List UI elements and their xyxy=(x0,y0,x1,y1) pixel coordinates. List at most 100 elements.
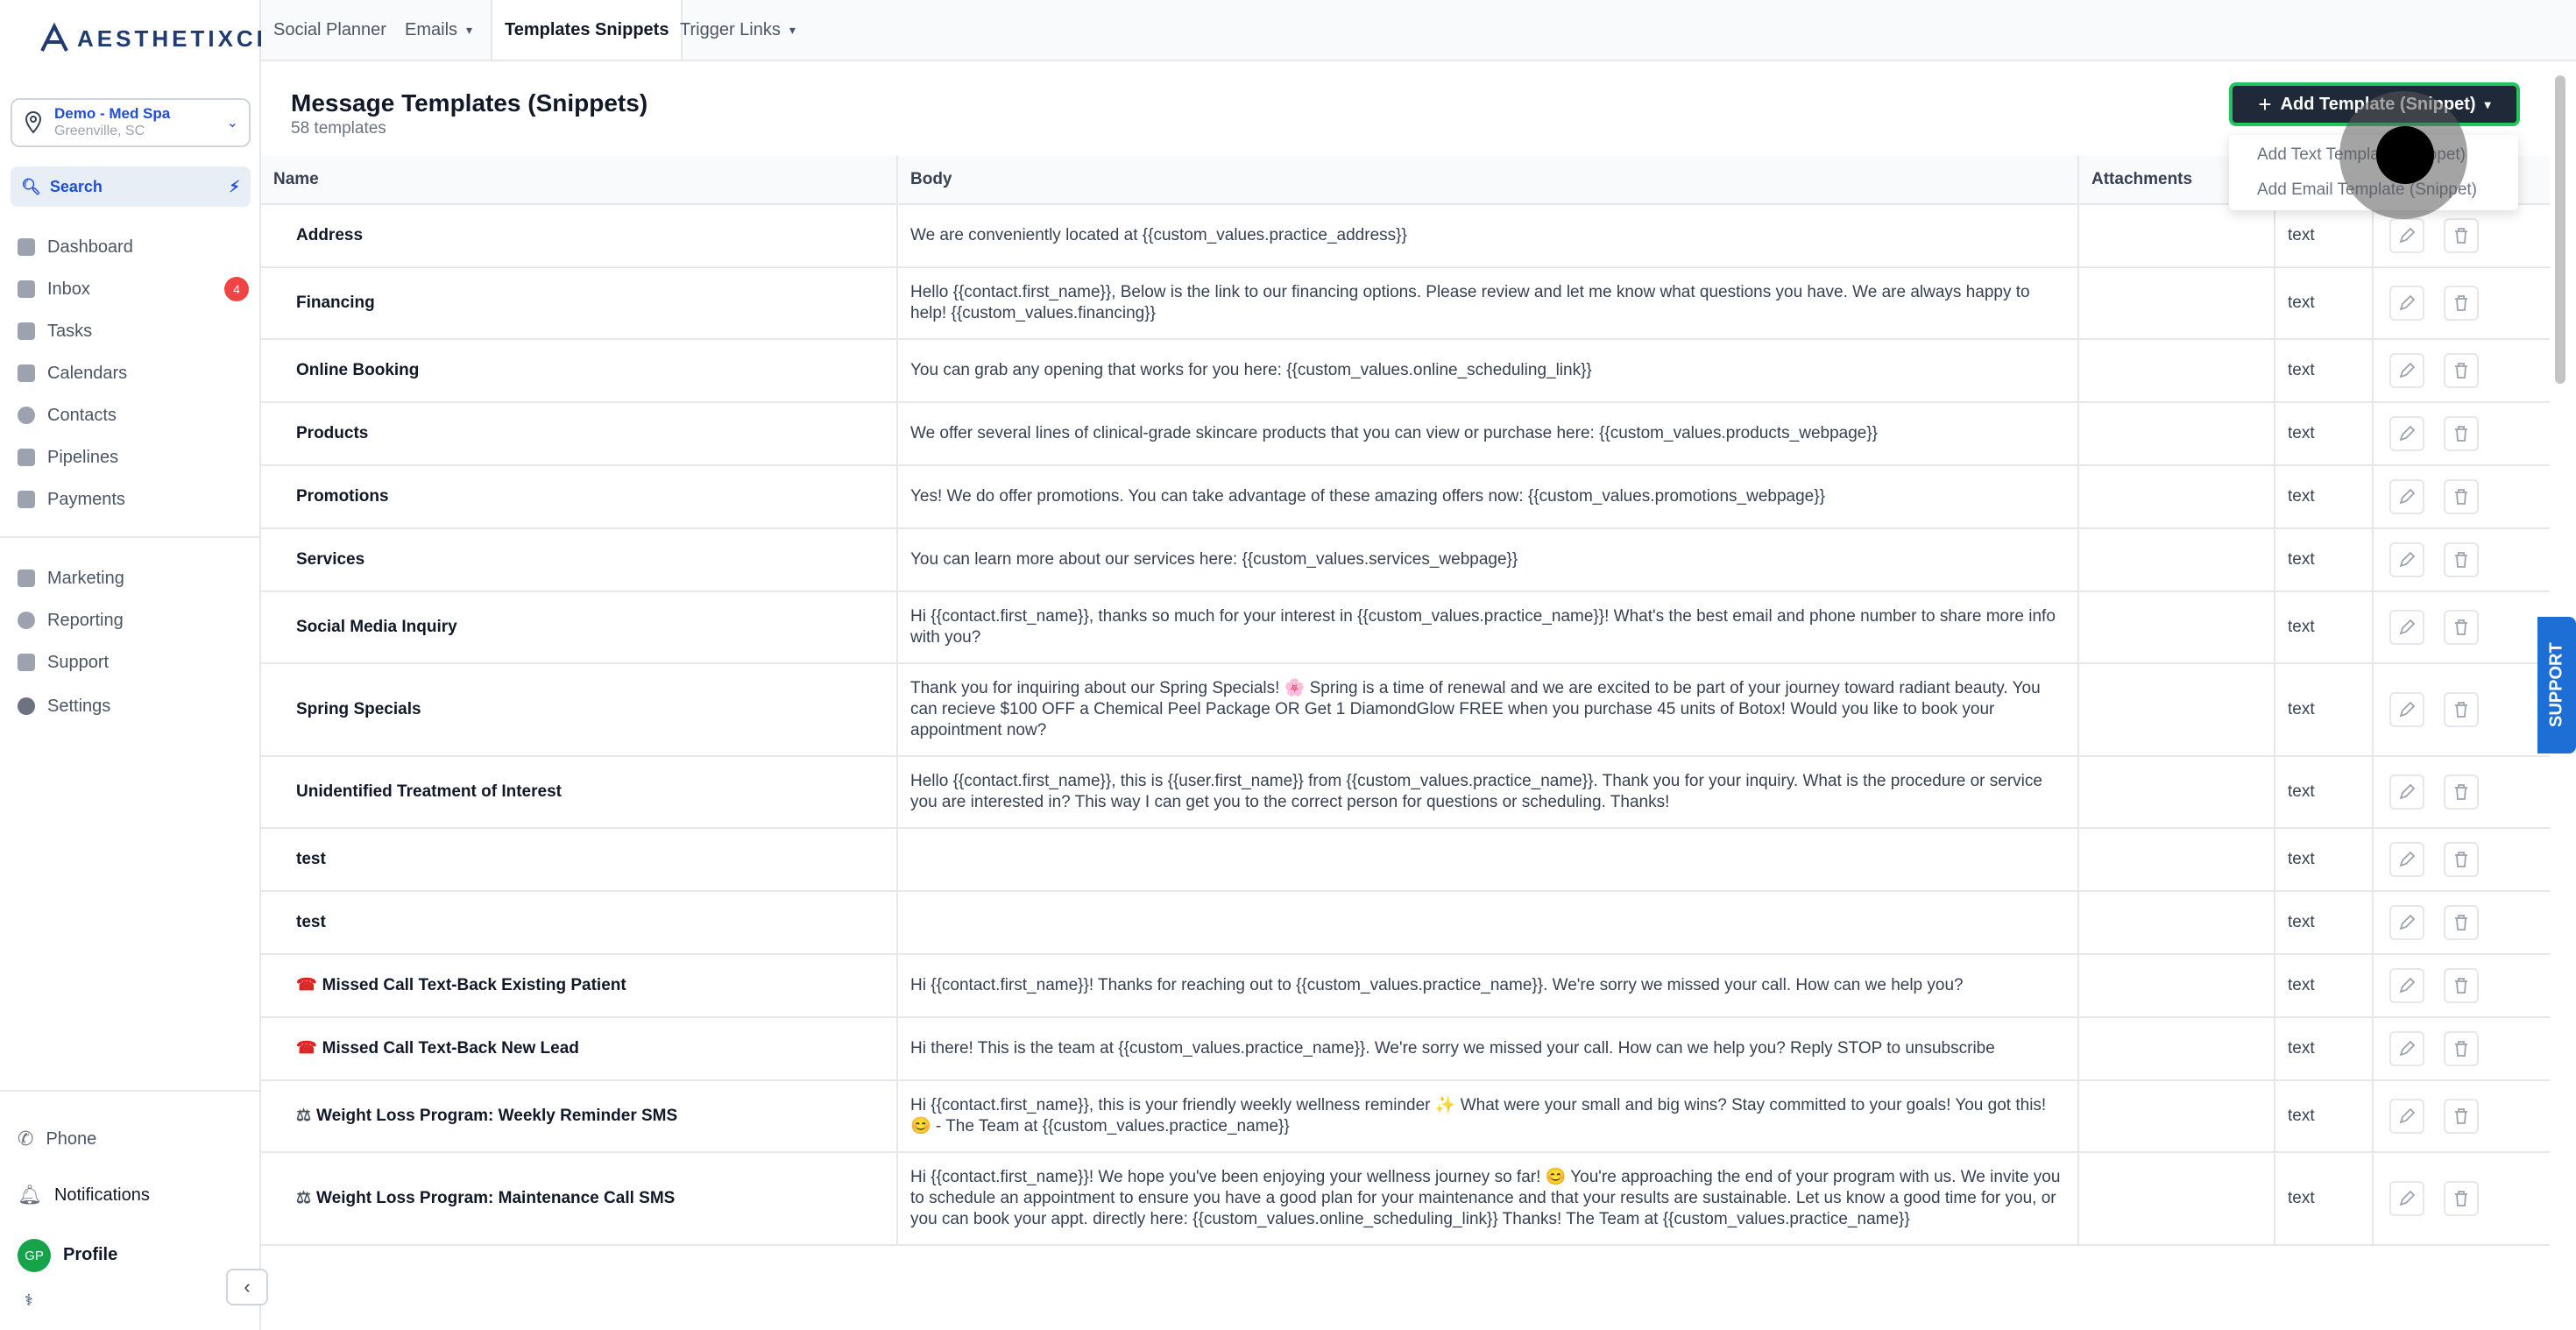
template-type-cell: text xyxy=(2275,891,2374,955)
edit-button[interactable] xyxy=(2389,1031,2424,1066)
pencil-icon xyxy=(2399,488,2416,505)
sidebar-item-phone[interactable]: ✆ Phone xyxy=(18,1125,96,1153)
delete-button[interactable] xyxy=(2444,968,2479,1003)
sidebar-item-label: Payments xyxy=(47,489,125,509)
delete-button[interactable] xyxy=(2444,692,2479,727)
sidebar-item-settings[interactable]: Settings xyxy=(18,692,110,720)
template-name: Unidentified Treatment of Interest xyxy=(296,782,562,801)
edit-button[interactable] xyxy=(2389,542,2424,577)
sidebar-item-tasks[interactable]: Tasks xyxy=(18,317,92,345)
template-body-cell: Hello {{contact.first_name}}, this is {{… xyxy=(897,756,2079,829)
actions-cell xyxy=(2373,828,2550,892)
vertical-scrollbar[interactable] xyxy=(2555,75,2565,384)
delete-button[interactable] xyxy=(2444,842,2479,877)
delete-button[interactable] xyxy=(2444,610,2479,645)
delete-button[interactable] xyxy=(2444,353,2479,388)
actions-cell xyxy=(2373,1017,2550,1081)
table-row[interactable]: Social Media Inquiry Hi {{contact.first_… xyxy=(261,591,2550,664)
lightning-icon[interactable]: ⚡︎ xyxy=(229,178,240,196)
sidebar-item-dashboard[interactable]: Dashboard xyxy=(18,233,133,261)
phone-icon: ✆ xyxy=(18,1128,34,1150)
delete-button[interactable] xyxy=(2444,479,2479,514)
tab-social-planner[interactable]: Social Planner xyxy=(261,0,399,60)
delete-button[interactable] xyxy=(2444,542,2479,577)
template-name-cell: Products xyxy=(261,402,898,466)
pencil-icon xyxy=(2399,425,2416,442)
tab-label: Templates Snippets xyxy=(505,19,669,39)
table-row[interactable]: ⚖ Weight Loss Program: Weekly Reminder SM… xyxy=(261,1080,2550,1153)
edit-button[interactable] xyxy=(2389,1099,2424,1134)
delete-button[interactable] xyxy=(2444,218,2479,253)
search-label: Search xyxy=(49,177,103,195)
sidebar-item-marketing[interactable]: Marketing xyxy=(18,564,124,592)
sidebar-item-contacts[interactable]: Contacts xyxy=(18,401,117,429)
delete-button[interactable] xyxy=(2444,775,2479,810)
avatar[interactable]: GP xyxy=(18,1239,51,1272)
column-header-body[interactable]: Body xyxy=(897,156,2079,205)
support-tab[interactable]: SUPPORT xyxy=(2537,617,2576,753)
edit-button[interactable] xyxy=(2389,905,2424,940)
edit-button[interactable] xyxy=(2389,842,2424,877)
location-switcher[interactable]: Demo - Med Spa Greenville, SC ⌄ xyxy=(11,98,251,147)
edit-button[interactable] xyxy=(2389,286,2424,321)
tab-label: Social Planner xyxy=(273,19,386,39)
pencil-icon xyxy=(2399,977,2416,994)
table-row[interactable]: Address We are conveniently located at {… xyxy=(261,204,2550,268)
collapse-sidebar-button[interactable]: ‹ xyxy=(226,1269,268,1305)
table-row[interactable]: Unidentified Treatment of Interest Hello… xyxy=(261,756,2550,829)
trash-icon xyxy=(2455,228,2467,244)
table-row[interactable]: ⚖ Weight Loss Program: Maintenance Call S… xyxy=(261,1152,2550,1246)
search-icon: 🔍︎ xyxy=(21,177,41,195)
edit-button[interactable] xyxy=(2389,775,2424,810)
template-type-cell: text xyxy=(2275,204,2374,268)
sidebar-item-payments[interactable]: Payments xyxy=(18,485,125,513)
actions-cell xyxy=(2373,1152,2550,1246)
checkbox-icon xyxy=(18,322,35,340)
sidebar-item-pipelines[interactable]: Pipelines xyxy=(18,443,118,471)
table-row[interactable]: Promotions Yes! We do offer promotions. … xyxy=(261,465,2550,529)
edit-button[interactable] xyxy=(2389,218,2424,253)
sidebar-item-reporting[interactable]: Reporting xyxy=(18,606,124,634)
delete-button[interactable] xyxy=(2444,1031,2479,1066)
table-row[interactable]: test text xyxy=(261,828,2550,892)
table-row[interactable]: Services You can learn more about our se… xyxy=(261,528,2550,592)
table-row[interactable]: ☎ Missed Call Text-Back New Lead Hi there… xyxy=(261,1017,2550,1081)
table-row[interactable]: ☎ Missed Call Text-Back Existing Patient … xyxy=(261,954,2550,1018)
sidebar-item-notifications[interactable]: 🔔︎ Notifications xyxy=(18,1181,150,1209)
search-button[interactable]: 🔍︎ Search ⚡︎ xyxy=(11,166,251,207)
tab-emails[interactable]: Emails ▾ xyxy=(393,0,485,60)
edit-button[interactable] xyxy=(2389,479,2424,514)
edit-button[interactable] xyxy=(2389,968,2424,1003)
sidebar-item-support[interactable]: Support xyxy=(18,648,109,676)
template-body-cell: Hi there! This is the team at {{custom_v… xyxy=(897,1017,2079,1081)
template-name-cell: Unidentified Treatment of Interest xyxy=(261,756,898,829)
sidebar-item-label: Calendars xyxy=(47,363,128,383)
tab-templates-snippets[interactable]: Templates Snippets xyxy=(491,0,683,60)
delete-button[interactable] xyxy=(2444,1181,2479,1216)
edit-button[interactable] xyxy=(2389,1181,2424,1216)
edit-button[interactable] xyxy=(2389,416,2424,451)
template-name: Spring Specials xyxy=(296,700,421,718)
sidebar-item-inbox[interactable]: Inbox xyxy=(18,275,90,303)
table-row[interactable]: Products We offer several lines of clini… xyxy=(261,402,2550,466)
profile-link[interactable]: Profile xyxy=(63,1241,117,1269)
table-row[interactable]: Online Booking You can grab any opening … xyxy=(261,339,2550,403)
template-name: Missed Call Text-Back New Lead xyxy=(322,1039,579,1058)
table-row[interactable]: Spring Specials Thank you for inquiring … xyxy=(261,663,2550,757)
column-header-name[interactable]: Name xyxy=(261,156,898,205)
sidebar-item-calendars[interactable]: Calendars xyxy=(18,359,127,387)
edit-button[interactable] xyxy=(2389,610,2424,645)
table-row[interactable]: Financing Hello {{contact.first_name}}, … xyxy=(261,267,2550,340)
tab-trigger-links[interactable]: Trigger Links ▾ xyxy=(668,0,808,60)
attachments-cell xyxy=(2078,204,2275,268)
template-type-cell: text xyxy=(2275,465,2374,529)
table-row[interactable]: test text xyxy=(261,891,2550,955)
template-name: Weight Loss Program: Weekly Reminder SMS xyxy=(316,1107,678,1125)
delete-button[interactable] xyxy=(2444,1099,2479,1134)
edit-button[interactable] xyxy=(2389,353,2424,388)
delete-button[interactable] xyxy=(2444,286,2479,321)
edit-button[interactable] xyxy=(2389,692,2424,727)
delete-button[interactable] xyxy=(2444,416,2479,451)
delete-button[interactable] xyxy=(2444,905,2479,940)
brand-logo[interactable]: AESTHETIXCRM xyxy=(39,23,299,54)
